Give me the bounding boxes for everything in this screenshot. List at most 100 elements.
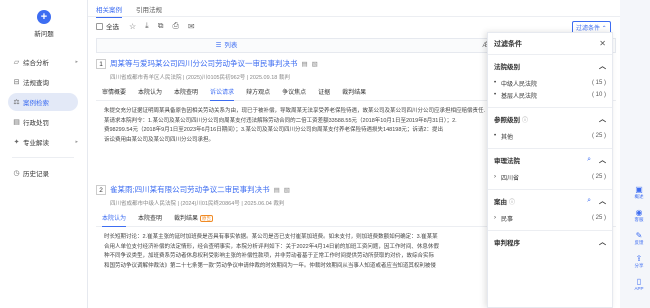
sidebar-item-case-search[interactable]: ⚖ 案例检索: [8, 93, 78, 111]
subtab[interactable]: 证据: [318, 87, 330, 100]
subtab[interactable]: 裁判结果: [342, 87, 366, 100]
bullet: •: [494, 92, 497, 98]
info-icon[interactable]: ⓘ: [509, 200, 515, 206]
excerpt-line: 时长短期讨论：2.崔某主张的延时加班费是否具有事实依据。某公司是否已支付崔某加班…: [104, 234, 438, 240]
plus-icon: +: [37, 10, 51, 24]
sidebar-item-admin-penalty[interactable]: ▤ 行政处罚: [8, 113, 78, 131]
rail-label: 客服: [634, 217, 644, 222]
sidebar-item-comprehensive[interactable]: ▱ 综合分析 ▸: [8, 53, 78, 71]
subtab[interactable]: 裁判结果 原告: [174, 213, 214, 226]
excerpt-line: 种不同争议类型，加班费系劳动者休息权利受影响主张的补偿性款项，并非劳动者基于正常…: [104, 253, 435, 259]
subtab[interactable]: 诉讼请求: [210, 87, 235, 101]
section-header[interactable]: 审理法院 ⌕ ︿: [494, 149, 606, 171]
view-list[interactable]: ☰ 列表: [97, 39, 356, 52]
sidebar-item-label: 法规查询: [23, 80, 49, 87]
bullet: •: [494, 133, 497, 139]
info-icon[interactable]: ⓘ: [522, 118, 528, 124]
case-title[interactable]: 雀某雨;四川某有限公司劳动争议二审民事判决书: [110, 184, 270, 195]
rail-label: 概述: [634, 194, 644, 199]
section-title: 审理法院: [494, 158, 520, 165]
section-header[interactable]: 参照级别 ⓘ ︿: [494, 108, 606, 130]
section-title: 案由 ⓘ: [494, 196, 587, 206]
new-question-button[interactable]: + 新问题: [24, 10, 64, 38]
excerpt-line: 合用人单位支付经济补偿的法定情形，经合查明事实，本院分析评判如下：关于2022年…: [104, 243, 439, 250]
sidebar-nav: ▱ 综合分析 ▸ ⊟ 法规查询 ⚖ 案例检索 ▤ 行政处罚 ✦ 专业解读 ▸ ◷…: [8, 53, 78, 184]
section-title-text: 参照级别: [494, 117, 520, 124]
filter-option[interactable]: › 四川省 ( 25 ): [494, 171, 606, 183]
subtab[interactable]: 辩方观点: [246, 87, 270, 100]
divider: [12, 157, 74, 158]
rail-overview[interactable]: ▣ 概述: [628, 185, 650, 200]
document-icon: ▤: [13, 119, 20, 126]
sparkle-icon: ✦: [13, 139, 20, 146]
option-label: 基层人民法院: [501, 93, 538, 100]
document-icon[interactable]: ▤: [302, 60, 308, 68]
rail-share[interactable]: ⇪ 分享: [628, 254, 650, 269]
case-excerpt: 时长短期讨论：2.崔某主张的延时加班费是否具有事实依据。某公司是否已支付崔某加班…: [96, 233, 486, 271]
star-icon[interactable]: ☆: [129, 22, 136, 31]
rail-label: 分享: [634, 263, 644, 268]
sidebar-item-history[interactable]: ◷ 历史记录: [8, 164, 78, 182]
close-icon[interactable]: ✕: [599, 39, 606, 48]
document-icon[interactable]: ▤: [274, 186, 280, 194]
filter-panel: 过滤条件 ✕ 法院级别 ︿ • 中级人民法院 ( 15 ) • 基层人民法院 ( 10 )…: [487, 32, 613, 308]
sidebar-item-label: 综合分析: [23, 60, 49, 67]
print-icon[interactable]: ⎙: [172, 21, 178, 31]
rail-app[interactable]: ▯ APP: [628, 277, 650, 291]
option-count: ( 15 ): [591, 80, 606, 86]
subtab[interactable]: 争议焦点: [282, 87, 306, 100]
select-all-checkbox[interactable]: [96, 22, 103, 30]
filter-option[interactable]: • 其他 ( 25 ): [494, 130, 606, 142]
search-icon[interactable]: ⌕: [587, 156, 591, 164]
new-question-label: 新问题: [34, 31, 54, 38]
subtab[interactable]: 本院认为: [138, 87, 162, 100]
pdf-icon[interactable]: ▧: [312, 60, 318, 68]
section-title-text: 案由: [494, 199, 507, 206]
section-header[interactable]: 审判程序 ︿: [494, 231, 606, 253]
sidebar-item-expert[interactable]: ✦ 专业解读 ▸: [8, 133, 78, 151]
sidebar-item-regulations[interactable]: ⊟ 法规查询: [8, 73, 78, 91]
sidebar-item-label: 历史记录: [23, 171, 49, 178]
sidebar-item-label: 专业解读: [23, 140, 49, 147]
share-icon: ⇪: [635, 254, 643, 263]
filter-section-court-level: 法院级别 ︿ • 中级人民法院 ( 15 ) • 基层人民法院 ( 10 ): [488, 55, 612, 108]
excerpt-line: 和国劳动争议调解仲裁法》第二十七条第一款“劳动争议申请仲裁的时效期间为一年。仲裁…: [104, 262, 436, 269]
filter-option[interactable]: › 民事 ( 25 ): [494, 212, 606, 224]
option-label: 其他: [501, 134, 514, 141]
option-label: 四川省: [501, 175, 520, 182]
select-all-label: 全选: [106, 24, 119, 31]
option-label: 民事: [501, 216, 514, 223]
case-title[interactable]: 周某等与爱玛某公司四川分公司劳动争议一审民事判决书: [110, 58, 298, 69]
bullet: •: [494, 80, 497, 86]
copy-icon[interactable]: ⧉: [158, 21, 164, 31]
list-icon: ☰: [215, 42, 222, 49]
rail-service[interactable]: ◉ 客服: [628, 208, 650, 223]
section-header[interactable]: 法院级别 ︿: [494, 55, 606, 77]
feedback-icon: ✎: [635, 231, 643, 240]
filter-panel-title: 过滤条件: [494, 40, 522, 48]
option-count: ( 25 ): [591, 174, 606, 180]
section-title: 法院级别: [494, 64, 520, 71]
option-label: 中级人民法院: [501, 81, 538, 88]
excerpt-line: 诉讼费用由某公司及某公司四川分公司承担。: [104, 136, 215, 143]
download-icon[interactable]: ⤓: [145, 21, 149, 31]
filter-option[interactable]: • 中级人民法院 ( 15 ): [494, 77, 606, 89]
excerpt-line: 朱提交充分证据证明周某具备原告因相关劳动关系为由，现已于被补偿，导致周某无法享受…: [104, 108, 486, 114]
section-title: 参照级别 ⓘ: [494, 114, 599, 124]
filter-option[interactable]: • 基层人民法院 ( 10 ): [494, 89, 606, 101]
section-header[interactable]: 案由 ⓘ ⌕ ︿: [494, 190, 606, 212]
rail-feedback[interactable]: ✎ 反馈: [628, 231, 650, 246]
option-count: ( 10 ): [591, 92, 606, 98]
subtab[interactable]: 审情概要: [102, 87, 126, 100]
search-icon[interactable]: ⌕: [587, 197, 591, 205]
subtab[interactable]: 本院认为: [102, 213, 127, 227]
chevron-right-icon: ›: [494, 174, 496, 180]
mail-icon[interactable]: ✉: [188, 22, 195, 31]
toolbar: 全选 ☆ ⤓ ⧉ ⎙ ✉: [96, 21, 204, 31]
chevron-up-icon: ︿: [599, 157, 606, 164]
subtab[interactable]: 本院查明: [174, 87, 198, 100]
app-root: + 新问题 ▱ 综合分析 ▸ ⊟ 法规查询 ⚖ 案例检索 ▤ 行政处罚 ✦ 专业…: [0, 0, 650, 308]
left-sidebar: + 新问题 ▱ 综合分析 ▸ ⊟ 法规查询 ⚖ 案例检索 ▤ 行政处罚 ✦ 专业…: [0, 0, 88, 308]
subtab[interactable]: 本院查明: [138, 213, 162, 226]
pdf-icon[interactable]: ▧: [284, 186, 290, 194]
